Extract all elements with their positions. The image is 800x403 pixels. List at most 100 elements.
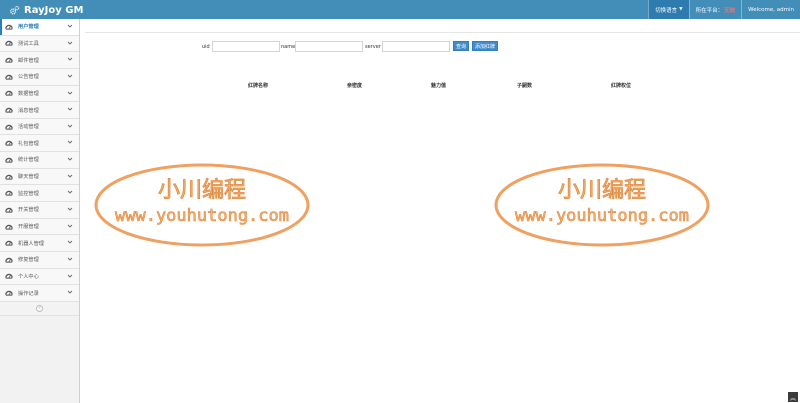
dashboard-icon xyxy=(5,272,13,280)
user-welcome[interactable]: Welcome, admin xyxy=(741,0,800,19)
language-dropdown[interactable]: 切换语言 ▼ xyxy=(648,0,689,19)
dashboard-icon xyxy=(5,289,13,297)
double-chevron-left-icon[interactable]: « xyxy=(36,304,43,312)
sidebar-collapse-bar: « xyxy=(0,301,79,316)
sidebar-item-label: 开服管理 xyxy=(18,224,39,230)
dashboard-icon xyxy=(5,56,13,64)
watermark-line2: www.youhutong.com xyxy=(515,206,689,226)
chevron-down-icon xyxy=(67,173,73,179)
chevron-down-icon xyxy=(67,106,73,112)
column-header: 红牌权位 xyxy=(611,83,632,89)
watermark-line1: 小川编程 xyxy=(558,178,646,203)
sidebar-item[interactable]: 数据管理 xyxy=(0,85,79,103)
chevron-down-icon xyxy=(67,289,73,295)
sidebar-item[interactable]: 用户管理 xyxy=(0,19,79,36)
sidebar-item-label: 消息管理 xyxy=(18,107,39,114)
name-input[interactable] xyxy=(295,41,363,52)
uid-input[interactable] xyxy=(212,41,280,52)
caret-down-icon: ▼ xyxy=(679,7,683,12)
dashboard-icon xyxy=(5,156,13,164)
chevron-down-icon xyxy=(67,223,73,229)
sidebar-item-label: 操作记录 xyxy=(18,290,39,297)
platform-value: 无效 xyxy=(724,7,736,14)
dashboard-icon xyxy=(5,23,13,31)
welcome-text: Welcome, admin xyxy=(748,6,794,13)
chevron-down-icon xyxy=(67,40,73,46)
sidebar-item-label: 机器人管理 xyxy=(18,240,44,247)
double-chevron-up-icon: ︽ xyxy=(789,394,796,402)
server-input[interactable] xyxy=(382,41,450,52)
sidebar-item[interactable]: 机器人管理 xyxy=(0,235,79,252)
server-label: server xyxy=(365,44,381,50)
watermark-line1: 小川编程 xyxy=(158,178,246,203)
sidebar-item-label: 礼包管理 xyxy=(18,140,39,147)
sidebar: 用户管理测试工具邮件管理公告管理数据管理消息管理活动管理礼包管理统计管理聊天管理… xyxy=(0,19,80,403)
sidebar-item-label: 监控管理 xyxy=(18,190,39,197)
chevron-down-icon xyxy=(67,273,73,279)
sidebar-item[interactable]: 监控管理 xyxy=(0,185,79,203)
sidebar-item[interactable]: 公告管理 xyxy=(0,68,79,86)
column-header: 红牌名称 xyxy=(248,83,269,89)
sidebar-item-label: 活动管理 xyxy=(18,124,39,131)
column-header: 魅力值 xyxy=(431,83,447,89)
sidebar-item-label: 开关管理 xyxy=(18,207,39,214)
dashboard-icon xyxy=(5,89,13,97)
sidebar-item[interactable]: 操作记录 xyxy=(0,285,79,302)
platform-label: 所在平台： xyxy=(695,7,724,14)
chevron-down-icon xyxy=(67,73,73,79)
chevron-down-icon xyxy=(67,156,73,162)
sidebar-item[interactable]: 测试工具 xyxy=(0,35,79,53)
sidebar-item[interactable]: 统计管理 xyxy=(0,152,79,169)
chevron-down-icon xyxy=(67,56,73,62)
dashboard-icon xyxy=(5,123,13,131)
dashboard-icon xyxy=(5,73,13,81)
column-header: 子嗣数 xyxy=(517,83,533,89)
app-title: RayJoy GM xyxy=(24,4,84,16)
sidebar-item-label: 个人中心 xyxy=(18,273,39,280)
platform-indicator: 所在平台： 无效 xyxy=(688,0,742,19)
sidebar-item[interactable]: 消息管理 xyxy=(0,102,79,119)
gears-icon xyxy=(10,5,20,14)
uid-label: uid xyxy=(202,44,210,50)
sidebar-item-label: 数据管理 xyxy=(18,90,39,97)
chevron-down-icon xyxy=(67,239,73,245)
watermark-stamp: 小川编程 www.youhutong.com xyxy=(492,161,712,249)
search-button[interactable]: 查询 xyxy=(453,41,469,51)
watermark-line2: www.youhutong.com xyxy=(115,206,289,226)
dashboard-icon xyxy=(5,139,13,147)
sidebar-item[interactable]: 活动管理 xyxy=(0,118,79,136)
sidebar-item-label: 用户管理 xyxy=(18,24,39,31)
language-menu-label: 切换语言 xyxy=(655,7,678,14)
sidebar-item[interactable]: 修复管理 xyxy=(0,251,79,269)
chevron-down-icon xyxy=(67,189,73,195)
sidebar-item-label: 统计管理 xyxy=(18,157,39,164)
sidebar-item[interactable]: 个人中心 xyxy=(0,268,79,286)
name-label: name xyxy=(281,44,296,50)
chevron-down-icon xyxy=(67,23,73,29)
dashboard-icon xyxy=(5,206,13,214)
dashboard-icon xyxy=(5,39,13,47)
dashboard-icon xyxy=(5,189,13,197)
chevron-down-icon xyxy=(67,206,73,212)
dashboard-icon xyxy=(5,239,13,247)
sidebar-item[interactable]: 开关管理 xyxy=(0,202,79,219)
column-header: 亲密度 xyxy=(347,83,363,89)
sidebar-item[interactable]: 邮件管理 xyxy=(0,52,79,69)
dashboard-icon xyxy=(5,256,13,264)
sidebar-item-label: 测试工具 xyxy=(18,40,39,47)
dashboard-icon xyxy=(5,106,13,114)
scroll-to-top-button[interactable]: ︽ xyxy=(788,392,798,402)
sidebar-item[interactable]: 礼包管理 xyxy=(0,135,79,153)
divider xyxy=(85,32,800,33)
sidebar-item[interactable]: 开服管理 xyxy=(0,218,79,236)
chevron-down-icon xyxy=(67,123,73,129)
brand[interactable]: RayJoy GM xyxy=(9,2,83,18)
sidebar-item-label: 聊天管理 xyxy=(18,174,39,181)
dashboard-icon xyxy=(5,173,13,181)
sidebar-item-label: 修复管理 xyxy=(18,257,39,264)
sidebar-item-label: 公告管理 xyxy=(18,74,39,81)
add-button[interactable]: 添加红牌 xyxy=(472,41,498,51)
chevron-down-icon xyxy=(67,90,73,96)
sidebar-item[interactable]: 聊天管理 xyxy=(0,168,79,186)
sidebar-item-label: 邮件管理 xyxy=(18,57,39,64)
